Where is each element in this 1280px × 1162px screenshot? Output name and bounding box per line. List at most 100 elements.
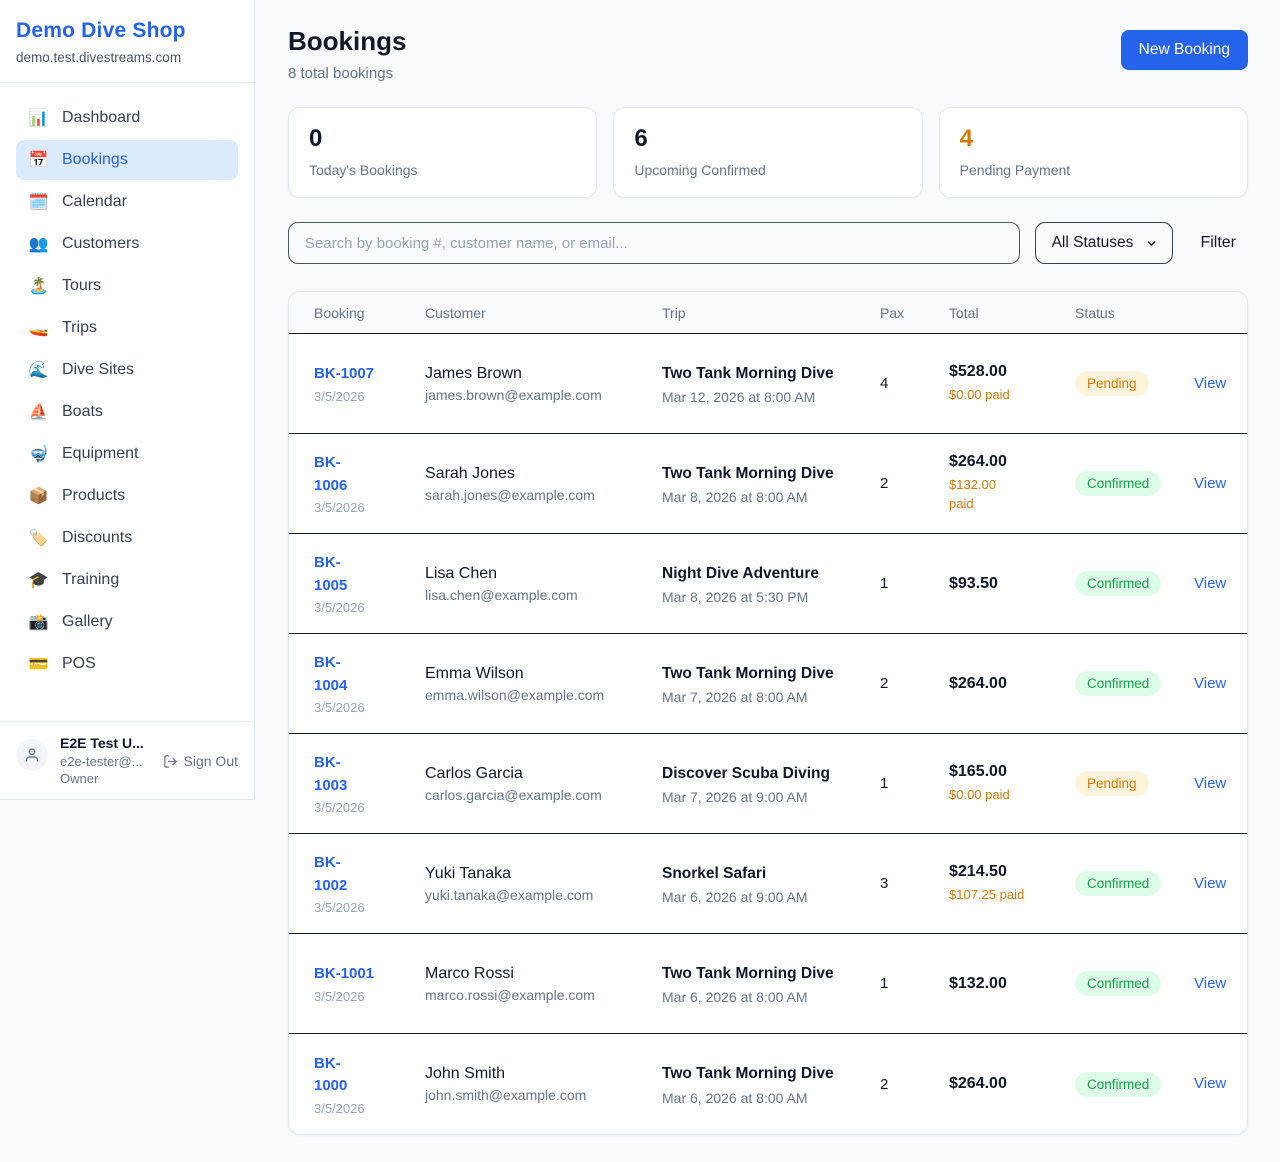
booking-cell: BK-1004 3/5/2026: [289, 638, 425, 729]
pax-cell: 1: [880, 961, 949, 1006]
booking-id-link[interactable]: BK-1005: [314, 552, 360, 597]
sidebar-item-training[interactable]: 🎓 Training: [16, 560, 238, 600]
view-link[interactable]: View: [1194, 775, 1226, 792]
discounts-icon: 🏷️: [28, 528, 49, 548]
booking-date: 3/5/2026: [314, 700, 417, 715]
booking-id-link[interactable]: BK-1003: [314, 752, 360, 797]
total-amount: $264.00: [949, 453, 1067, 471]
total-amount: $214.50: [949, 863, 1067, 881]
sidebar-item-trips[interactable]: 🚤 Trips: [16, 308, 238, 348]
customer-cell: Emma Wilson emma.wilson@example.com: [425, 651, 662, 717]
sidebar-item-label: Tours: [62, 277, 101, 295]
total-amount: $132.00: [949, 975, 1067, 993]
sidebar-item-pos[interactable]: 💳 POS: [16, 644, 238, 684]
customer-email: sarah.jones@example.com: [425, 487, 654, 503]
paid-amount: $132.00 paid: [949, 476, 1007, 514]
sidebar-item-label: Products: [62, 487, 125, 505]
sidebar-item-dashboard[interactable]: 📊 Dashboard: [16, 98, 238, 138]
view-link[interactable]: View: [1194, 875, 1226, 892]
products-icon: 📦: [28, 486, 49, 506]
booking-id-link[interactable]: BK-1001: [314, 963, 374, 986]
trip-name: Two Tank Morning Dive: [662, 962, 834, 986]
sidebar-header: Demo Dive Shop demo.test.divestreams.com: [0, 0, 254, 83]
total-amount: $93.50: [949, 575, 1067, 593]
sidebar-item-customers[interactable]: 👥 Customers: [16, 224, 238, 264]
sidebar-item-dive-sites[interactable]: 🌊 Dive Sites: [16, 350, 238, 390]
status-filter-select[interactable]: All Statuses: [1035, 222, 1174, 264]
view-link[interactable]: View: [1194, 375, 1226, 392]
table-row: BK-1002 3/5/2026 Yuki Tanaka yuki.tanaka…: [289, 834, 1247, 934]
bookings-icon: 📅: [28, 150, 49, 170]
sidebar-item-boats[interactable]: ⛵ Boats: [16, 392, 238, 432]
customer-name: James Brown: [425, 365, 654, 383]
column-header-total: Total: [949, 292, 1075, 333]
sidebar-item-tours[interactable]: 🏝️ Tours: [16, 266, 238, 306]
booking-cell: BK-1002 3/5/2026: [289, 838, 425, 929]
booking-cell: BK-1003 3/5/2026: [289, 738, 425, 829]
total-cell: $264.00: [949, 661, 1075, 707]
stat-label: Upcoming Confirmed: [634, 162, 901, 178]
status-cell: Confirmed: [1075, 857, 1194, 910]
pax-cell: 1: [880, 561, 949, 606]
booking-date: 3/5/2026: [314, 500, 417, 515]
calendar-icon: 🗓️: [28, 192, 49, 212]
view-link[interactable]: View: [1194, 575, 1226, 592]
sidebar-item-gallery[interactable]: 📸 Gallery: [16, 602, 238, 642]
trip-name: Night Dive Adventure: [662, 562, 834, 586]
sidebar-item-label: Training: [62, 571, 119, 589]
sidebar-item-products[interactable]: 📦 Products: [16, 476, 238, 516]
trip-cell: Snorkel Safari Mar 6, 2026 at 9:00 AM: [662, 848, 880, 919]
booking-id-link[interactable]: BK-1000: [314, 1053, 360, 1098]
trip-datetime: Mar 6, 2026 at 8:00 AM: [662, 1090, 872, 1106]
stats-cards: 0 Today's Bookings 6 Upcoming Confirmed …: [288, 107, 1248, 198]
logout-icon: [163, 754, 178, 769]
total-cell: $93.50: [949, 561, 1075, 607]
booking-date: 3/5/2026: [314, 1101, 417, 1116]
sidebar-item-calendar[interactable]: 🗓️ Calendar: [16, 182, 238, 222]
trip-name: Snorkel Safari: [662, 862, 834, 886]
status-filter-value: All Statuses: [1052, 234, 1134, 252]
user-role: Owner: [60, 771, 238, 786]
booking-id-link[interactable]: BK-1006: [314, 452, 360, 497]
trip-datetime: Mar 12, 2026 at 8:00 AM: [662, 389, 872, 405]
total-cell: $214.50 $107.25 paid: [949, 849, 1075, 919]
status-cell: Confirmed: [1075, 657, 1194, 710]
filter-button[interactable]: Filter: [1188, 234, 1248, 252]
trip-cell: Two Tank Morning Dive Mar 8, 2026 at 8:0…: [662, 448, 880, 519]
actions-cell: View: [1194, 561, 1247, 607]
sidebar-item-discounts[interactable]: 🏷️ Discounts: [16, 518, 238, 558]
page-header: Bookings 8 total bookings New Booking: [288, 26, 1248, 82]
sign-out-button[interactable]: Sign Out: [163, 753, 238, 769]
total-cell: $528.00 $0.00 paid: [949, 349, 1075, 419]
status-cell: Pending: [1075, 357, 1194, 410]
trip-name: Discover Scuba Diving: [662, 762, 834, 786]
view-link[interactable]: View: [1194, 975, 1226, 992]
customer-name: Sarah Jones: [425, 465, 654, 483]
search-input[interactable]: [288, 222, 1020, 264]
column-header-pax: Pax: [880, 292, 949, 333]
main-content: Bookings 8 total bookings New Booking 0 …: [255, 0, 1280, 1162]
gallery-icon: 📸: [28, 612, 49, 632]
view-link[interactable]: View: [1194, 475, 1226, 492]
table-header: Booking Customer Trip Pax Total Status: [289, 292, 1247, 334]
table-row: BK-1005 3/5/2026 Lisa Chen lisa.chen@exa…: [289, 534, 1247, 634]
total-amount: $264.00: [949, 675, 1067, 693]
booking-id-link[interactable]: BK-1002: [314, 852, 360, 897]
view-link[interactable]: View: [1194, 1075, 1226, 1092]
pax-cell: 1: [880, 761, 949, 806]
total-cell: $132.00: [949, 961, 1075, 1007]
status-badge: Confirmed: [1075, 571, 1161, 596]
pax-cell: 2: [880, 1062, 949, 1107]
booking-cell: BK-1000 3/5/2026: [289, 1039, 425, 1130]
customer-email: emma.wilson@example.com: [425, 687, 654, 703]
trip-cell: Two Tank Morning Dive Mar 6, 2026 at 8:0…: [662, 1048, 880, 1119]
sidebar-item-bookings[interactable]: 📅 Bookings: [16, 140, 238, 180]
trip-cell: Night Dive Adventure Mar 8, 2026 at 5:30…: [662, 548, 880, 619]
booking-id-link[interactable]: BK-1007: [314, 363, 374, 386]
actions-cell: View: [1194, 361, 1247, 407]
sidebar-item-equipment[interactable]: 🤿 Equipment: [16, 434, 238, 474]
view-link[interactable]: View: [1194, 675, 1226, 692]
customer-name: John Smith: [425, 1065, 654, 1083]
new-booking-button[interactable]: New Booking: [1121, 30, 1248, 70]
booking-id-link[interactable]: BK-1004: [314, 652, 360, 697]
